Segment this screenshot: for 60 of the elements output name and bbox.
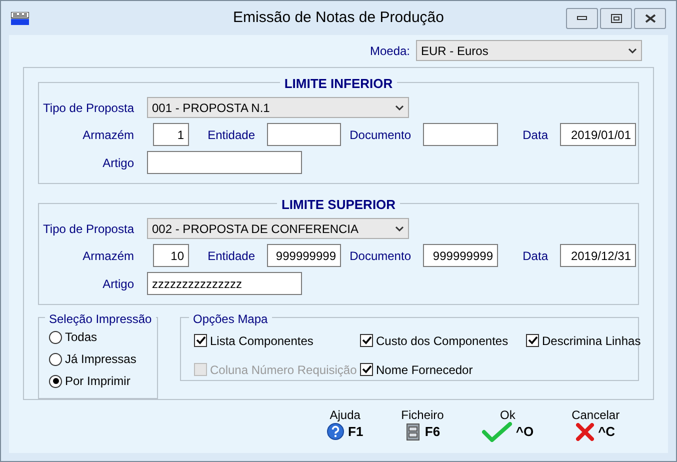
maximize-icon — [610, 14, 622, 22]
checkbox-label: Descrimina Linhas — [542, 332, 641, 350]
dropdown[interactable]: EUR - Euros — [416, 40, 642, 61]
toolbar-button[interactable]: Ok ^O — [482, 408, 534, 442]
field-label: Armazém — [82, 248, 134, 264]
checkbox-label: Nome Fornecedor — [376, 362, 473, 378]
checkmark-icon — [482, 422, 512, 442]
radio-label: Já Impressas — [65, 351, 136, 368]
checkbox[interactable] — [360, 334, 373, 347]
field-label: Entidade — [206, 126, 255, 144]
radio-label: Todas — [65, 329, 98, 346]
close-icon — [644, 14, 656, 22]
input-field[interactable]: 999999999 — [423, 244, 498, 267]
checkbox-label: Custo dos Componentes — [376, 332, 508, 350]
field-label: Artigo — [102, 276, 134, 292]
radio-button[interactable] — [49, 330, 62, 344]
input-field[interactable]: 2019/12/31 — [560, 244, 636, 267]
toolbar-button[interactable]: Ficheiro F6 — [401, 408, 444, 442]
maximize-button[interactable] — [600, 8, 632, 28]
window-title: Emissão de Notas de Produção — [233, 8, 444, 28]
field-label: Tipo de Proposta — [42, 220, 134, 238]
radio-label: Por Imprimir — [65, 373, 130, 390]
checkbox[interactable] — [194, 334, 207, 347]
input-field[interactable]: 10 — [153, 244, 189, 267]
file-cabinet-icon — [404, 422, 421, 441]
input-field[interactable]: 2019/01/01 — [560, 123, 636, 146]
caret-icon — [628, 48, 637, 54]
field-label: Documento — [348, 126, 411, 144]
field-label: Data — [522, 248, 548, 264]
input-field[interactable]: zzzzzzzzzzzzzzz — [147, 272, 302, 295]
dropdown[interactable]: 001 - PROPOSTA N.1 — [147, 97, 409, 118]
app-icon — [11, 12, 29, 24]
field-label: Entidade — [206, 248, 255, 264]
caret-icon — [395, 226, 404, 232]
input-field[interactable] — [267, 123, 341, 146]
input-field[interactable]: 999999999 — [267, 244, 341, 267]
checkbox[interactable] — [526, 334, 539, 347]
input-field[interactable]: 1 — [153, 123, 189, 146]
radio-button[interactable] — [49, 374, 62, 388]
input-field[interactable] — [147, 151, 302, 174]
field-label: Documento — [348, 248, 411, 264]
checkbox-label: Coluna Número Requisição — [210, 362, 357, 378]
field-label: Tipo de Proposta — [42, 100, 134, 116]
field-label: Artigo — [102, 154, 134, 172]
close-button[interactable] — [634, 8, 666, 28]
checkbox[interactable] — [360, 363, 373, 376]
toolbar-button[interactable]: Cancelar ^C — [572, 408, 620, 442]
toolbar-button[interactable]: Ajuda F1 — [327, 408, 364, 442]
minimize-icon — [577, 16, 587, 20]
help-icon — [327, 423, 344, 440]
checkbox-label: Lista Componentes — [210, 332, 314, 350]
radio-button[interactable] — [49, 352, 62, 366]
input-field[interactable] — [423, 123, 498, 146]
close-icon — [576, 422, 594, 441]
currency-label: Moeda: — [370, 42, 410, 60]
field-label: Armazém — [82, 126, 134, 144]
dropdown[interactable]: 002 - PROPOSTA DE CONFERENCIA — [147, 218, 409, 239]
minimize-button[interactable] — [566, 8, 598, 28]
caret-icon — [395, 104, 404, 110]
field-label: Data — [522, 126, 548, 144]
